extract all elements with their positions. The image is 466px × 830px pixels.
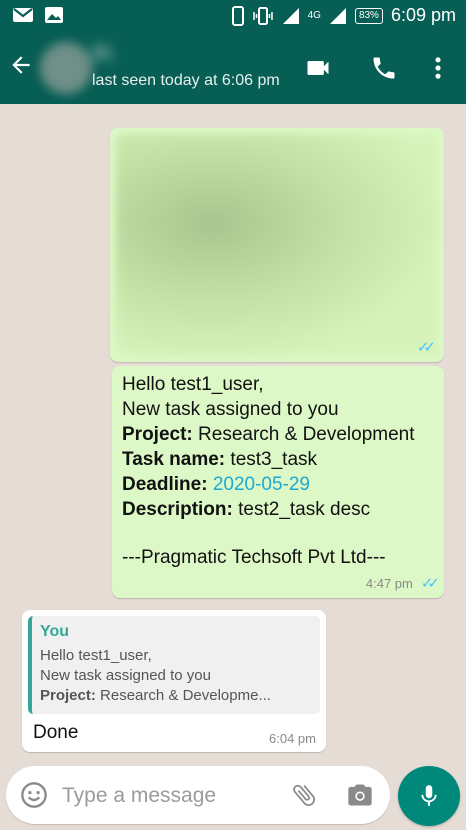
avatar[interactable] bbox=[40, 42, 92, 94]
phone-call-icon[interactable] bbox=[370, 54, 398, 82]
double-check-icon: ✓✓ bbox=[416, 339, 436, 356]
image-message[interactable]: ✓✓ bbox=[110, 128, 444, 362]
microphone-icon bbox=[421, 785, 437, 806]
reply-message[interactable]: You Hello test1_user, New task assigned … bbox=[22, 610, 326, 752]
message-time: 4:47 pm bbox=[365, 575, 413, 591]
message-time: 6:04 pm bbox=[269, 731, 316, 746]
reply-text: Done bbox=[33, 722, 79, 743]
quote-project-line: Project: Research & Developme... bbox=[40, 686, 312, 706]
gmail-icon bbox=[13, 8, 33, 22]
quote-line: New task assigned to you bbox=[40, 667, 211, 684]
status-time: 6:09 pm bbox=[390, 5, 456, 25]
deadline-line: Deadline: 2020-05-29 bbox=[122, 472, 436, 497]
deadline-label: Deadline: bbox=[122, 474, 208, 495]
project-line: Project: Research & Development bbox=[122, 422, 436, 447]
project-value: Research & Development bbox=[198, 424, 415, 445]
phone-icon bbox=[231, 5, 244, 26]
task-message[interactable]: Hello test1_user, New task assigned to y… bbox=[112, 366, 444, 598]
task-message-text: Hello test1_user, New task assigned to y… bbox=[122, 372, 436, 570]
chat-header: Pi last seen today at 6:06 pm bbox=[0, 32, 466, 104]
task-name-line: Task name: test3_task bbox=[122, 447, 436, 472]
last-seen-status: last seen today at 6:06 pm bbox=[92, 72, 280, 90]
task-name-value: test3_task bbox=[230, 449, 318, 470]
intro-line: New task assigned to you bbox=[122, 399, 339, 420]
status-bar: 4G 83% 6:09 pm bbox=[0, 0, 466, 32]
task-name-label: Task name: bbox=[122, 449, 226, 470]
message-composer bbox=[6, 766, 390, 824]
message-input[interactable] bbox=[60, 778, 284, 814]
signature-line: ---Pragmatic Techsoft Pvt Ltd--- bbox=[122, 547, 386, 568]
quote-project-value: Research & Developme... bbox=[100, 687, 271, 704]
quote-line: Hello test1_user, bbox=[40, 647, 152, 664]
network-type: 4G bbox=[307, 10, 321, 21]
emoji-icon[interactable] bbox=[20, 781, 48, 809]
quote-project-label: Project: bbox=[40, 687, 96, 704]
last-seen-text: last seen today at 6:06 pm bbox=[92, 72, 280, 89]
signal-icon bbox=[282, 7, 299, 24]
message-meta: 4:47 pm ✓✓ bbox=[365, 574, 440, 592]
camera-icon[interactable] bbox=[346, 781, 374, 809]
description-line: Description: test2_task desc bbox=[122, 497, 436, 522]
gallery-icon bbox=[45, 7, 63, 23]
back-arrow-icon[interactable] bbox=[8, 52, 34, 78]
contact-name[interactable]: Pi bbox=[92, 42, 112, 68]
deadline-date-link[interactable]: 2020-05-29 bbox=[213, 474, 310, 495]
more-vert-icon[interactable] bbox=[424, 54, 452, 82]
project-label: Project: bbox=[122, 424, 193, 445]
blurred-image[interactable] bbox=[116, 134, 438, 356]
signal-icon bbox=[329, 7, 346, 24]
voice-record-button[interactable] bbox=[398, 766, 460, 826]
greeting-line: Hello test1_user, bbox=[122, 374, 264, 395]
video-call-icon[interactable] bbox=[304, 54, 332, 82]
vibrate-icon bbox=[252, 6, 273, 25]
battery-indicator: 83% bbox=[354, 7, 383, 24]
description-label: Description: bbox=[122, 499, 233, 520]
quote-author: You bbox=[40, 623, 70, 640]
double-check-icon: ✓✓ bbox=[420, 575, 440, 592]
description-value: test2_task desc bbox=[238, 499, 371, 520]
quoted-message[interactable]: You Hello test1_user, New task assigned … bbox=[28, 616, 320, 714]
attach-icon[interactable] bbox=[290, 781, 318, 809]
